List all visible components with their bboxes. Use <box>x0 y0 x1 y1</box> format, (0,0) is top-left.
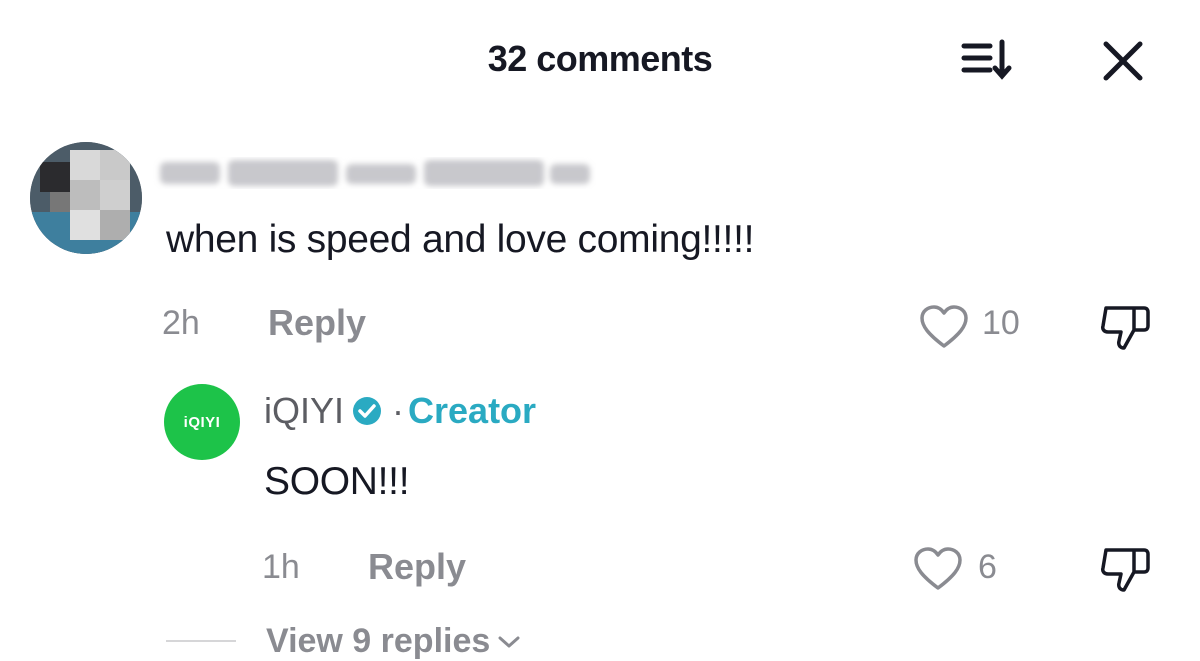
like-count: 6 <box>978 548 997 586</box>
heart-icon <box>914 547 962 590</box>
reply-button[interactable]: Reply <box>368 546 466 588</box>
sort-icon <box>961 39 1012 80</box>
close-button[interactable] <box>1096 36 1152 88</box>
verified-icon <box>353 397 382 425</box>
reply-timestamp: 1h <box>262 548 300 586</box>
reply-author-row: iQIYI · Creator <box>264 390 536 432</box>
heart-icon <box>920 305 968 348</box>
separator-dot: · <box>392 390 405 431</box>
like-count: 10 <box>982 304 1020 342</box>
like-button[interactable] <box>918 304 970 350</box>
view-replies-button[interactable]: View 9 replies <box>266 622 522 661</box>
reply-author-name[interactable]: iQIYI <box>264 390 344 432</box>
dislike-button[interactable] <box>1098 544 1154 596</box>
reply-button[interactable]: Reply <box>268 302 366 344</box>
chevron-down-icon <box>498 636 520 647</box>
username-redacted[interactable] <box>150 152 596 194</box>
reply-text: SOON!!! <box>264 460 410 503</box>
avatar-image <box>30 142 142 254</box>
dislike-icon <box>1101 306 1150 350</box>
sort-button[interactable] <box>952 36 1022 88</box>
avatar[interactable] <box>30 142 142 254</box>
view-replies-label: View 9 replies <box>266 622 491 660</box>
comment-timestamp: 2h <box>162 304 200 342</box>
close-icon <box>1103 41 1143 81</box>
creator-avatar[interactable]: iQIYI <box>164 384 240 460</box>
comment-text: when is speed and love coming!!!!! <box>166 218 755 261</box>
dislike-icon <box>1101 548 1150 592</box>
creator-badge: Creator <box>408 390 537 431</box>
divider <box>166 640 236 642</box>
dislike-button[interactable] <box>1098 302 1154 354</box>
like-button[interactable] <box>912 546 964 592</box>
